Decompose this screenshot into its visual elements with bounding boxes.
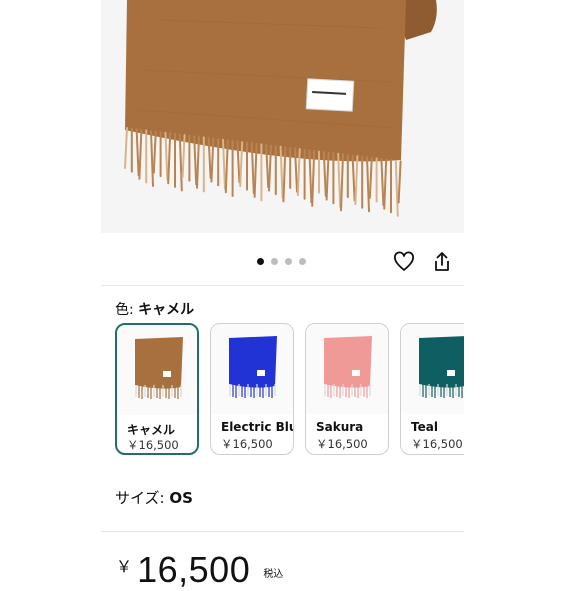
- heart-outline-icon[interactable]: [392, 250, 416, 274]
- size-row[interactable]: サイズ: OS: [115, 487, 193, 508]
- product-image[interactable]: [101, 0, 464, 233]
- price-amount: 16,500: [137, 549, 251, 590]
- size-label: サイズ:: [115, 489, 165, 507]
- swatch-price: ￥16,500: [411, 437, 463, 451]
- color-selected-value: キャメル: [138, 302, 195, 318]
- carousel-dot-3[interactable]: [285, 258, 292, 265]
- swatch-thumbnail: [306, 324, 388, 414]
- tax-note: 税込: [263, 569, 284, 580]
- swatch-thumbnail: [401, 324, 464, 414]
- color-label-row: 色: キャメル: [115, 299, 194, 319]
- swatch-name: Teal: [411, 420, 438, 434]
- swatch-price: ￥16,500: [316, 437, 368, 451]
- swatch-price: ￥16,500: [221, 437, 273, 451]
- size-value: OS: [169, 489, 193, 507]
- carousel-dot-4[interactable]: [299, 258, 306, 265]
- divider: [101, 285, 464, 286]
- swatch-name: Sakura: [316, 420, 364, 434]
- carousel-dots: [257, 258, 306, 265]
- carousel-dot-1[interactable]: [257, 258, 264, 265]
- color-swatch-electric-blue[interactable]: Electric Blue ￥16,500: [210, 323, 294, 455]
- color-swatch-list[interactable]: キャメル ￥16,500 Electric Blue ￥16,500 Sakur…: [101, 320, 464, 460]
- color-label: 色:: [115, 302, 134, 318]
- product-price: ￥ 16,500 税込: [116, 549, 283, 591]
- share-icon[interactable]: [430, 250, 454, 274]
- swatch-price: ￥16,500: [127, 438, 179, 452]
- image-carousel-controls: [101, 240, 464, 284]
- color-swatch-teal[interactable]: Teal ￥16,500: [400, 323, 464, 455]
- swatch-thumbnail: [211, 324, 293, 414]
- color-swatch-sakura[interactable]: Sakura ￥16,500: [305, 323, 389, 455]
- carousel-dot-2[interactable]: [271, 258, 278, 265]
- currency-symbol: ￥: [116, 557, 133, 576]
- swatch-name: Electric Blue: [221, 420, 293, 434]
- swatch-thumbnail: [117, 325, 197, 415]
- color-swatch-camel[interactable]: キャメル ￥16,500: [115, 323, 199, 455]
- divider: [101, 531, 464, 532]
- swatch-name: キャメル: [127, 423, 176, 437]
